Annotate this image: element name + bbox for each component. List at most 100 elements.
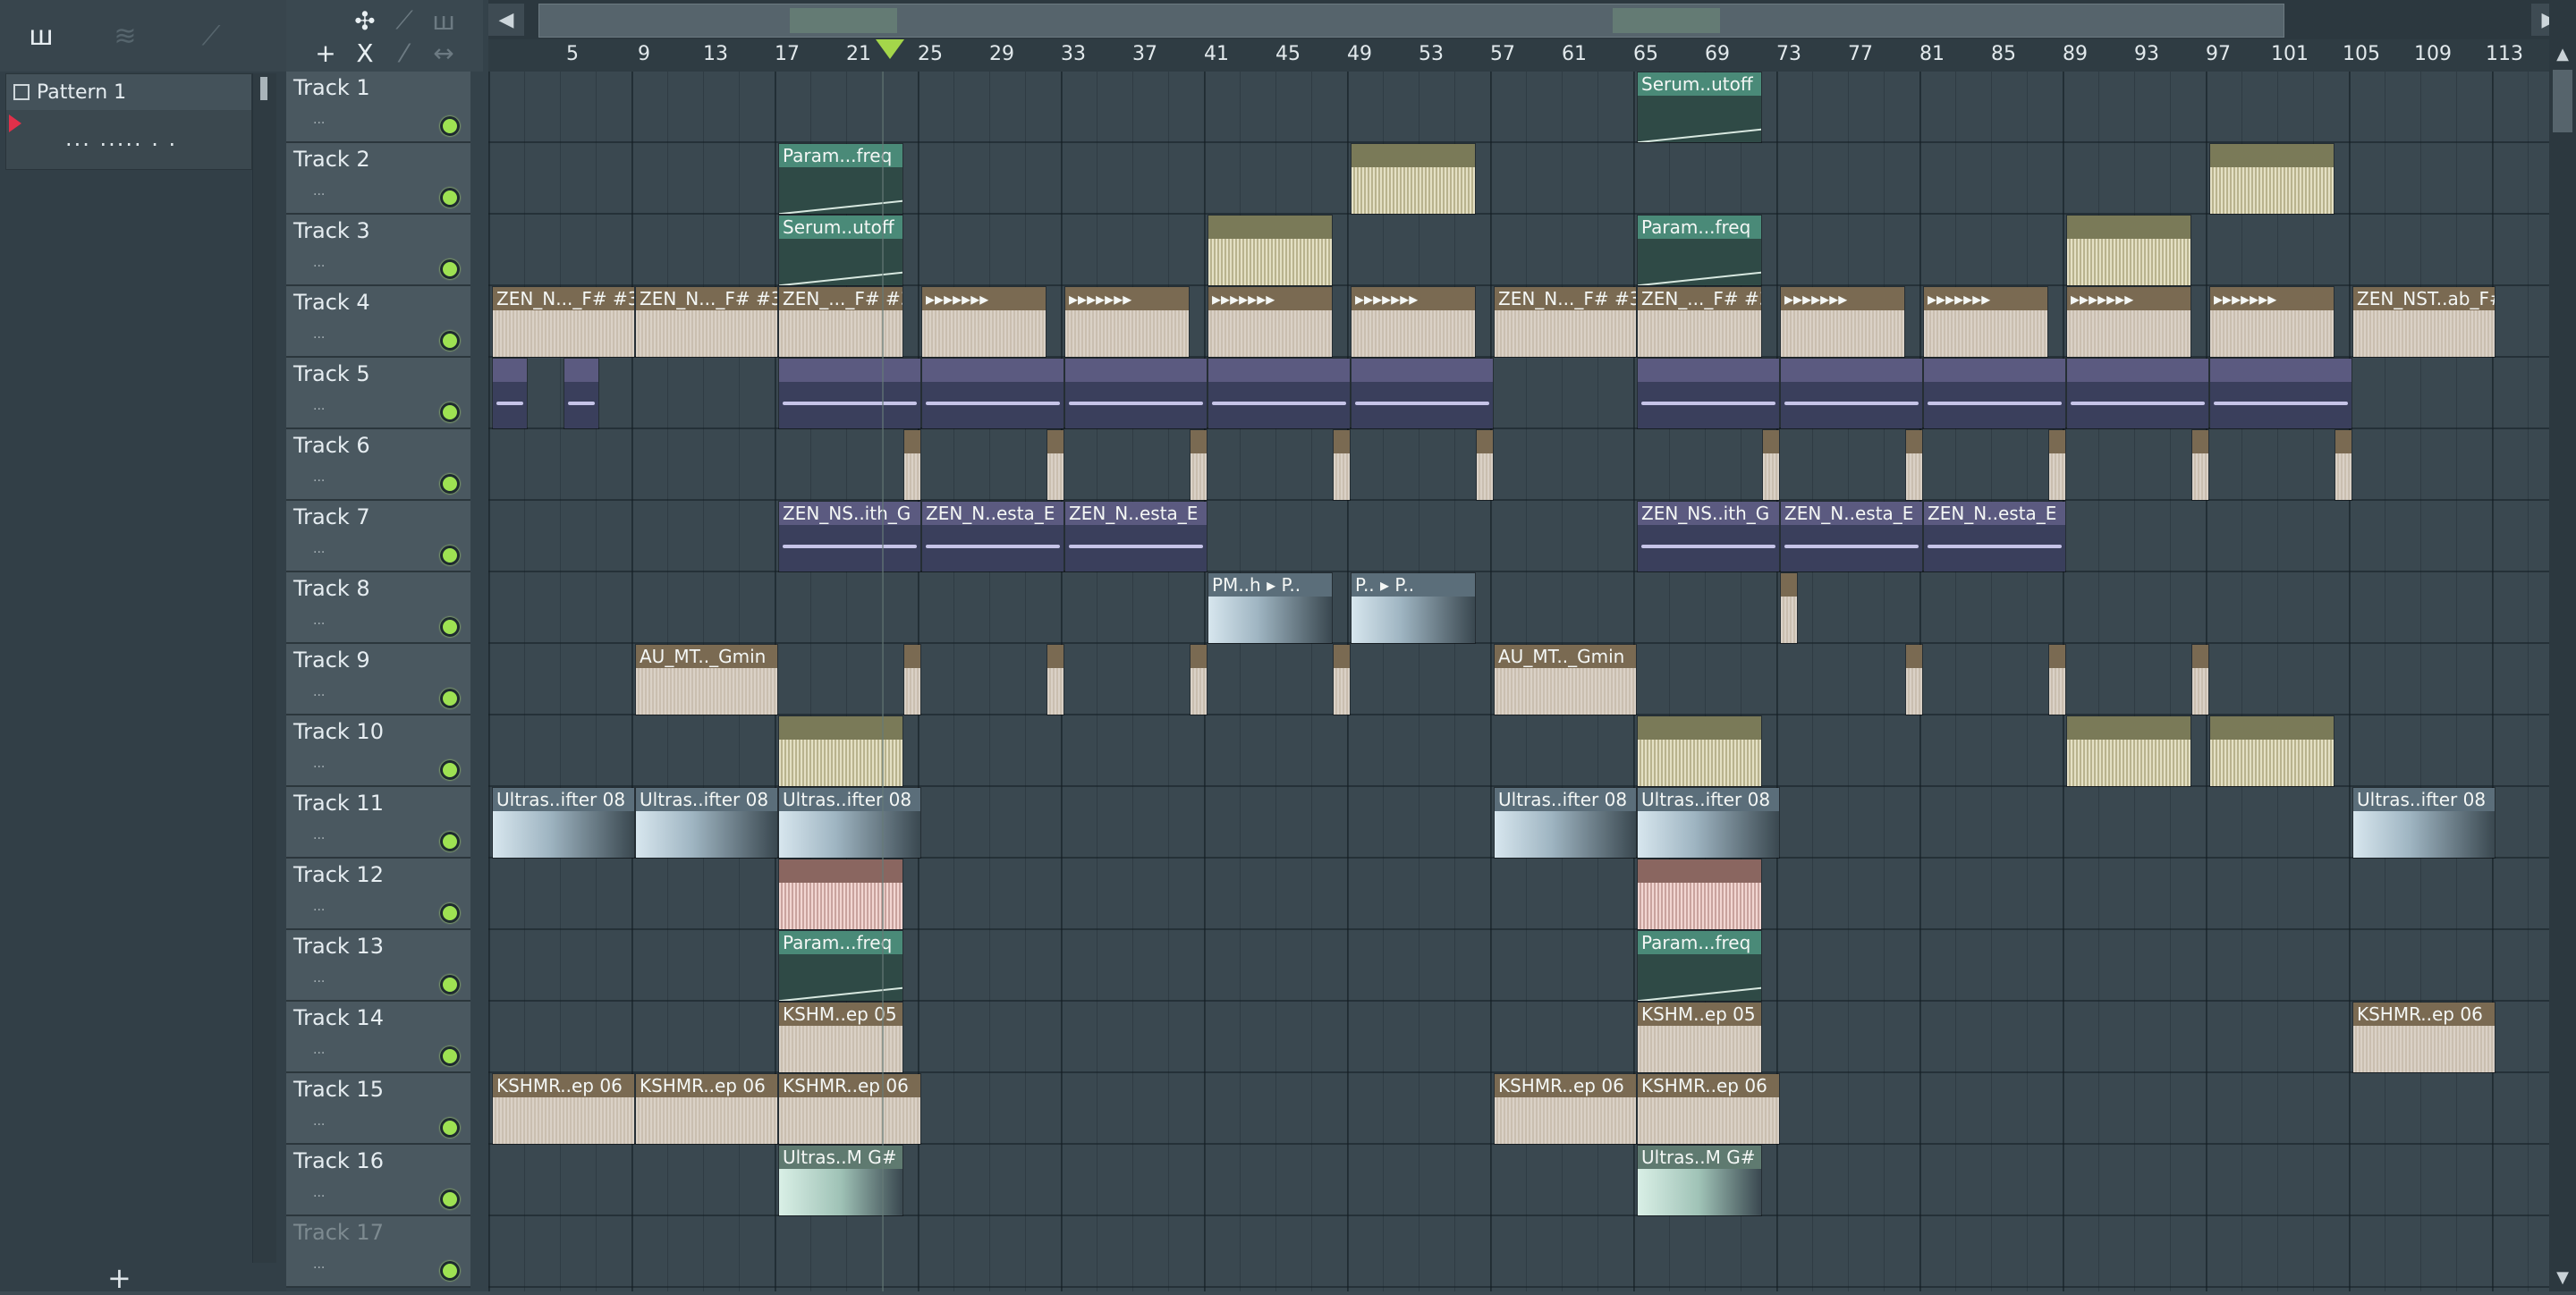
playlist-clip[interactable]: ZEN_N..._F# #3 (635, 286, 778, 358)
playlist-clip[interactable]: ▸▸▸▸▸▸▸ (1351, 286, 1476, 358)
playlist-clip[interactable] (2066, 715, 2191, 787)
track-menu-icon[interactable]: ... (313, 470, 325, 485)
playlist-clip[interactable]: Param...freq (1637, 215, 1762, 286)
track-mute-led-icon[interactable] (440, 903, 460, 923)
playlist-clip[interactable]: Ultras..ifter 08 (635, 787, 778, 859)
playlist-clip[interactable]: AU_MT.._Gmin (635, 644, 778, 715)
playlist-clip[interactable]: ▸▸▸▸▸▸▸ (2066, 286, 2191, 358)
track-mute-led-icon[interactable] (440, 617, 460, 637)
playlist-clip[interactable] (2191, 429, 2209, 501)
playlist-clip[interactable] (903, 644, 921, 715)
playlist-clip[interactable]: KSHMR..ep 06 (1637, 1073, 1780, 1145)
track-menu-icon[interactable]: ... (313, 542, 325, 556)
track-menu-icon[interactable]: ... (313, 614, 325, 628)
playlist-clip[interactable] (1190, 644, 1208, 715)
playlist-clip[interactable] (1333, 429, 1351, 501)
track-menu-icon[interactable]: ... (313, 1114, 325, 1129)
playlist-clip[interactable]: Ultras..ifter 08 (778, 787, 921, 859)
playlist-clip[interactable]: ▸▸▸▸▸▸▸ (1208, 286, 1333, 358)
track-header[interactable]: Track 1... (286, 72, 470, 143)
overview-thumb[interactable] (538, 4, 2284, 38)
playlist-clip[interactable]: Ultras..ifter 08 (2352, 787, 2496, 859)
track-menu-icon[interactable]: ... (313, 113, 325, 127)
scroll-up-button[interactable]: ▲ (2553, 45, 2572, 64)
playlist-clip[interactable] (778, 358, 921, 429)
playlist-clip[interactable] (1208, 358, 1351, 429)
playlist-clip[interactable]: Ultras..M G# (1637, 1145, 1762, 1216)
playlist-clip[interactable]: AU_MT.._Gmin (1494, 644, 1637, 715)
track-menu-icon[interactable]: ... (313, 327, 325, 342)
playlist-clip[interactable]: ZEN_N..esta_E (1780, 501, 1923, 572)
playlist-clip[interactable]: KSHMR..ep 06 (492, 1073, 635, 1145)
playlist-clip[interactable]: Ultras..ifter 08 (1494, 787, 1637, 859)
playlist-grid[interactable]: Serum..utoff Param...freq Serum..utoff Para… (488, 72, 2549, 1291)
vertical-scrollbar[interactable]: ▲ ▼ (2549, 0, 2576, 1291)
scroll-left-button[interactable]: ◀ (488, 4, 524, 36)
playlist-clip[interactable] (1780, 572, 1798, 644)
playlist-clip[interactable] (2209, 143, 2334, 215)
track-mute-led-icon[interactable] (440, 331, 460, 351)
track-header[interactable]: Track 17... (286, 1216, 470, 1288)
track-mute-led-icon[interactable] (440, 689, 460, 708)
playlist-clip[interactable]: Serum..utoff (778, 215, 903, 286)
track-menu-icon[interactable]: ... (313, 184, 325, 199)
playlist-clip[interactable]: Param...freq (778, 143, 903, 215)
track-header[interactable]: Track 8... (286, 572, 470, 644)
vertical-scroll-thumb[interactable] (2553, 70, 2572, 132)
playlist-clip[interactable] (1190, 429, 1208, 501)
playlist-clip[interactable] (1333, 644, 1351, 715)
playlist-clip[interactable]: KSHM..ep 05 (1637, 1002, 1762, 1073)
browser-scrollbar[interactable] (252, 73, 276, 1263)
playlist-clip[interactable]: Ultras..M G# (778, 1145, 903, 1216)
playlist-clip[interactable]: KSHM..ep 05 (778, 1002, 903, 1073)
pencil-icon[interactable]: ⁄ (385, 38, 424, 68)
track-header[interactable]: Track 10... (286, 715, 470, 787)
track-mute-led-icon[interactable] (440, 402, 460, 422)
waveform-icon[interactable]: ≋ (98, 16, 152, 55)
track-header[interactable]: Track 7... (286, 501, 470, 572)
playlist-clip[interactable]: ▸▸▸▸▸▸▸ (1780, 286, 1905, 358)
playlist-clip[interactable]: Ultras..ifter 08 (1637, 787, 1780, 859)
playlist-clip[interactable] (903, 429, 921, 501)
playlist-clip[interactable]: KSHMR..ep 06 (1494, 1073, 1637, 1145)
piano-tool-icon[interactable]: ш (424, 5, 463, 36)
playlist-clip[interactable]: ZEN_N..esta_E (921, 501, 1064, 572)
playlist-clip[interactable] (564, 358, 599, 429)
track-menu-icon[interactable]: ... (313, 685, 325, 699)
playlist-clip[interactable] (1476, 429, 1494, 501)
track-menu-icon[interactable]: ... (313, 828, 325, 842)
playlist-clip[interactable]: ▸▸▸▸▸▸▸ (2209, 286, 2334, 358)
track-header[interactable]: Track 5... (286, 358, 470, 429)
playlist-clip[interactable]: ZEN_NS..ith_G (778, 501, 921, 572)
wave-tool-icon[interactable]: ✣ (345, 5, 385, 36)
playlist-clip[interactable] (1637, 358, 1780, 429)
playlist-clip[interactable] (492, 358, 528, 429)
playlist-clip[interactable] (1637, 715, 1762, 787)
playlist-clip[interactable]: ZEN_N..._F# #3 (492, 286, 635, 358)
track-menu-icon[interactable]: ... (313, 900, 325, 914)
track-header[interactable]: Track 12... (286, 859, 470, 930)
track-mute-led-icon[interactable] (440, 1261, 460, 1281)
track-mute-led-icon[interactable] (440, 1118, 460, 1138)
playlist-clip[interactable] (1046, 429, 1064, 501)
playlist-clip[interactable] (1351, 358, 1494, 429)
timeline-ruler[interactable]: 5 9 13 17 21 25 29 33 37 41 45 49 53 57 61 65 69 73 77 81 85… (488, 39, 2549, 72)
playlist-clip[interactable]: KSHMR..ep 06 (2352, 1002, 2496, 1073)
track-header[interactable]: Track 9... (286, 644, 470, 715)
track-header[interactable]: Track 13... (286, 930, 470, 1002)
pattern-item[interactable]: Pattern 1 (6, 74, 251, 110)
playlist-clip[interactable]: ZEN_NST..ab_F# #4 (2352, 286, 2496, 358)
overview-bar[interactable]: ◀ ▶ (488, 0, 2576, 39)
track-mute-led-icon[interactable] (440, 474, 460, 494)
playlist-clip[interactable] (2191, 644, 2209, 715)
playlist-clip[interactable]: ZEN_..._F# #3 (778, 286, 903, 358)
playlist-clip[interactable]: Ultras..ifter 08 (492, 787, 635, 859)
playlist-clip[interactable]: P.. ▸ P.. (1351, 572, 1476, 644)
playlist-clip[interactable] (2066, 215, 2191, 286)
track-menu-icon[interactable]: ... (313, 1186, 325, 1200)
playlist-clip[interactable] (921, 358, 1064, 429)
playlist-clip[interactable] (2048, 644, 2066, 715)
playlist-clip[interactable] (1208, 215, 1333, 286)
track-mute-led-icon[interactable] (440, 832, 460, 851)
playhead-marker[interactable] (876, 39, 904, 59)
